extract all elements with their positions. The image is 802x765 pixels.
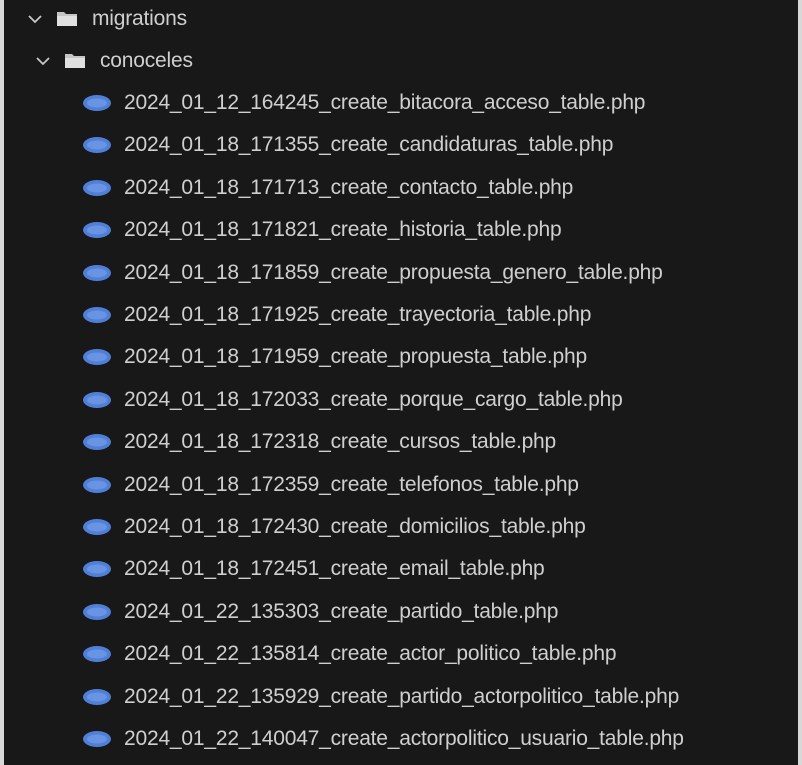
file-explorer-tree: migrations conoceles 2024_01_12_164245_c… [4,0,798,765]
file-label: 2024_01_18_172318_create_cursos_table.ph… [124,430,557,454]
folder-label: conoceles [100,49,193,72]
file-item[interactable]: 2024_01_18_171713_create_contacto_table.… [4,171,802,205]
file-item[interactable]: 2024_01_18_171959_create_propuesta_table… [4,340,802,374]
php-file-icon [82,348,112,366]
folder-migrations[interactable]: migrations [4,2,802,36]
file-item[interactable]: 2024_01_22_135303_create_partido_table.p… [4,595,802,629]
folder-label: migrations [92,7,187,30]
php-file-icon [82,645,112,663]
file-label: 2024_01_22_140047_create_actorpolitico_u… [124,727,684,750]
file-item[interactable]: 2024_01_18_171859_create_propuesta_gener… [4,256,802,290]
php-file-icon [82,433,112,451]
file-label: 2024_01_18_172033_create_porque_cargo_ta… [124,387,623,411]
file-item[interactable]: 2024_01_18_172033_create_porque_cargo_ta… [4,383,802,417]
file-label: 2024_01_18_172430_create_domicilios_tabl… [124,515,586,538]
chevron-down-icon[interactable] [34,52,52,70]
file-item[interactable]: 2024_01_12_164245_create_bitacora_acceso… [4,86,802,120]
folder-open-icon [56,10,78,28]
php-file-icon [82,94,112,112]
file-item[interactable]: 2024_01_22_135814_create_actor_politico_… [4,637,802,671]
php-file-icon [82,179,112,197]
php-file-icon [82,136,112,154]
file-label: 2024_01_18_172359_create_telefonos_table… [124,472,579,496]
php-file-icon [82,518,112,536]
file-label: 2024_01_18_172451_create_email_table.php [124,557,545,581]
file-item[interactable]: 2024_01_18_171821_create_historia_table.… [4,213,802,247]
file-label: 2024_01_22_135814_create_actor_politico_… [124,642,617,666]
folder-conoceles[interactable]: conoceles [4,44,802,78]
file-label: 2024_01_18_171355_create_candidaturas_ta… [124,133,614,157]
file-item[interactable]: 2024_01_22_135929_create_partido_actorpo… [4,680,802,714]
folder-open-icon [64,52,86,70]
file-label: 2024_01_12_164245_create_bitacora_acceso… [124,91,646,114]
file-label: 2024_01_22_135303_create_partido_table.p… [124,599,559,623]
php-file-icon [82,730,112,748]
file-item[interactable]: 2024_01_18_171355_create_candidaturas_ta… [4,128,802,162]
file-label: 2024_01_18_171859_create_propuesta_gener… [124,260,663,284]
php-file-icon [82,306,112,324]
file-label: 2024_01_22_135929_create_partido_actorpo… [124,684,680,708]
php-file-icon [82,264,112,282]
php-file-icon [82,688,112,706]
file-item[interactable]: 2024_01_18_171925_create_trayectoria_tab… [4,298,802,332]
php-file-icon [82,221,112,239]
file-item[interactable]: 2024_01_18_172451_create_email_table.php [4,552,802,586]
file-item[interactable]: 2024_01_22_140047_create_actorpolitico_u… [4,722,802,756]
file-item[interactable]: 2024_01_18_172430_create_domicilios_tabl… [4,510,802,544]
file-label: 2024_01_18_171821_create_historia_table.… [124,218,562,242]
php-file-icon [82,560,112,578]
file-label: 2024_01_18_171713_create_contacto_table.… [124,175,574,199]
file-item[interactable]: 2024_01_18_172318_create_cursos_table.ph… [4,425,802,459]
php-file-icon [82,391,112,409]
php-file-icon [82,603,112,621]
file-label: 2024_01_18_171959_create_propuesta_table… [124,345,587,369]
file-label: 2024_01_18_171925_create_trayectoria_tab… [124,303,592,326]
php-file-icon [82,476,112,494]
file-item[interactable]: 2024_01_18_172359_create_telefonos_table… [4,468,802,502]
chevron-down-icon[interactable] [26,10,44,28]
